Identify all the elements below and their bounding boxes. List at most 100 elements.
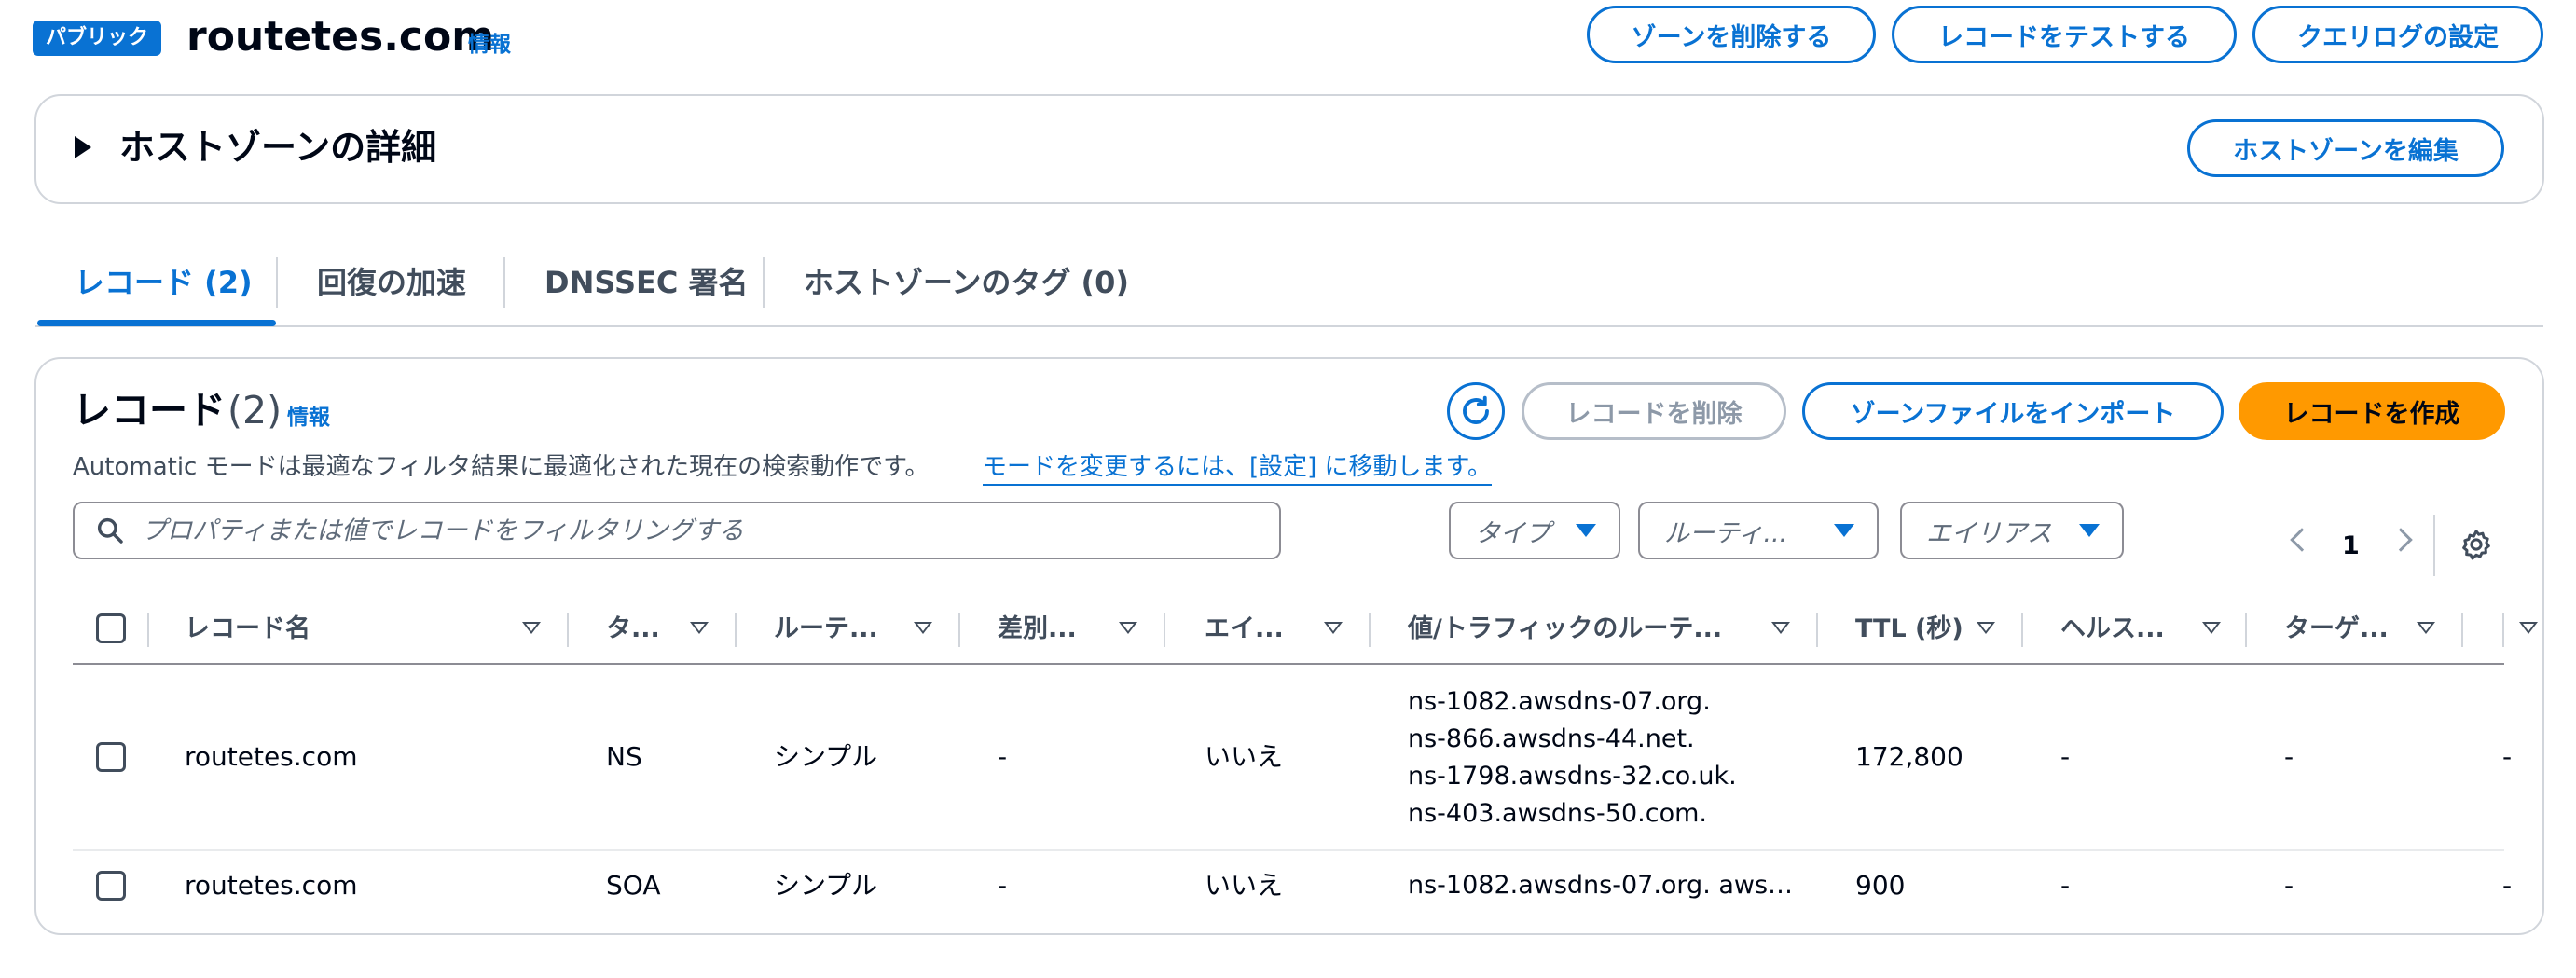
select-all-checkbox[interactable] (96, 613, 126, 643)
search-mode-description: Automatic モードは最適なフィルタ結果に最適化された現在の検索動作です。 (73, 453, 930, 481)
cell-record-name: routetes.com (185, 741, 358, 772)
sort-icon[interactable] (2202, 622, 2221, 634)
column-divider (2021, 613, 2023, 647)
active-tab-indicator (37, 320, 276, 326)
column-divider (1816, 613, 1818, 647)
column-divider (147, 613, 149, 647)
column-header-value[interactable]: 値/トラフィックのルーテ... (1408, 608, 1722, 651)
cell-routing: シンプル (774, 870, 878, 901)
cell-type: SOA (606, 870, 661, 901)
caret-down-icon (1834, 524, 1854, 537)
row-divider (73, 849, 2504, 851)
public-badge: パブリック (33, 21, 162, 56)
create-record-button[interactable]: レコードを作成 (2239, 382, 2505, 440)
settings-icon (2462, 530, 2490, 560)
cell-ttl: 900 (1855, 870, 1906, 901)
cell-value-line: ns-1082.awsdns-07.org. (1408, 687, 1711, 716)
tabs-baseline (35, 325, 2543, 327)
refresh-icon (1463, 395, 1489, 424)
alias-filter-dropdown[interactable]: エイリアス (1900, 502, 2124, 559)
column-header-differentiator[interactable]: 差別... (998, 608, 1077, 651)
search-icon (97, 517, 123, 544)
column-divider (1369, 613, 1371, 647)
cell-value-line: ns-403.awsdns-50.com. (1408, 799, 1707, 828)
cell-target: - (2284, 870, 2294, 901)
column-divider (567, 613, 569, 647)
cell-health-check: - (2060, 870, 2071, 901)
column-header-record-name[interactable]: レコード名 (185, 608, 310, 651)
cell-alias: いいえ (1205, 870, 1284, 901)
column-divider (958, 613, 960, 647)
page-title: routetes.com (186, 13, 495, 61)
cell-target: - (2284, 741, 2294, 772)
record-search-box[interactable] (73, 502, 1281, 559)
cell-alias: いいえ (1205, 741, 1284, 772)
tab-hosted-zone-tags[interactable]: ホストゾーンのタグ (0) (804, 256, 1129, 309)
tab-records[interactable]: レコード (2) (75, 256, 253, 309)
type-filter-label: タイプ (1475, 518, 1550, 548)
hosted-zone-details-title: ホストゾーンの詳細 (119, 127, 437, 168)
caret-right-icon (75, 136, 91, 158)
tab-divider (503, 257, 505, 308)
hosted-zone-details-toggle[interactable]: ホストゾーンの詳細 (75, 121, 436, 173)
column-header-routing[interactable]: ルーテ... (774, 608, 878, 651)
sort-icon[interactable] (2417, 622, 2435, 634)
sort-icon[interactable] (1977, 622, 1995, 634)
routing-filter-label: ルーティ... (1664, 518, 1788, 548)
edit-hosted-zone-button[interactable]: ホストゾーンを編集 (2187, 119, 2504, 177)
sort-icon[interactable] (690, 622, 709, 634)
records-panel (34, 357, 2544, 935)
change-mode-link[interactable]: モードを変更するには、[設定] に移動します。 (983, 450, 1492, 486)
cell-ttl: 172,800 (1855, 741, 1963, 772)
import-zone-file-button[interactable]: ゾーンファイルをインポート (1802, 382, 2224, 440)
cell-value-line: ns-1798.awsdns-32.co.uk. (1408, 762, 1737, 791)
query-log-button[interactable]: クエリログの設定 (2252, 6, 2543, 63)
row-checkbox[interactable] (96, 871, 126, 901)
sort-icon[interactable] (2519, 622, 2538, 634)
column-header-ttl[interactable]: TTL (秒) (1855, 608, 1963, 651)
tab-recovery-acceleration[interactable]: 回復の加速 (317, 256, 466, 309)
refresh-button[interactable] (1447, 382, 1505, 440)
sort-icon[interactable] (522, 622, 541, 634)
column-header-alias[interactable]: エイ... (1205, 608, 1284, 651)
cell-extra: - (2502, 870, 2513, 901)
column-divider (2245, 613, 2247, 647)
caret-down-icon (2079, 524, 2100, 537)
cell-extra: - (2502, 741, 2513, 772)
test-record-button[interactable]: レコードをテストする (1892, 6, 2237, 63)
routing-filter-dropdown[interactable]: ルーティ... (1638, 502, 1879, 559)
table-settings-button[interactable] (2459, 528, 2493, 565)
pager-divider (2433, 515, 2435, 576)
column-header-target[interactable]: ターゲ... (2284, 608, 2389, 651)
alias-filter-label: エイリアス (1926, 518, 2052, 548)
sort-icon[interactable] (1324, 622, 1343, 634)
delete-record-button[interactable]: レコードを削除 (1522, 382, 1786, 440)
row-checkbox[interactable] (96, 742, 126, 772)
column-divider (2461, 613, 2463, 647)
records-info-link[interactable]: 情報 (287, 399, 330, 431)
column-divider (2502, 613, 2504, 647)
tab-divider (276, 257, 278, 308)
tab-divider (763, 257, 765, 308)
cell-routing: シンプル (774, 741, 878, 772)
column-divider (1164, 613, 1165, 647)
header-info-link[interactable]: 情報 (468, 26, 511, 58)
cell-differentiator: - (998, 870, 1008, 901)
table-header-line (73, 663, 2504, 665)
records-count: (2) (227, 388, 282, 433)
sort-icon[interactable] (1771, 622, 1790, 634)
column-header-type[interactable]: タ... (606, 608, 660, 651)
cell-differentiator: - (998, 741, 1008, 772)
search-input[interactable] (142, 516, 1260, 545)
caret-down-icon (1576, 524, 1596, 537)
sort-icon[interactable] (1119, 622, 1137, 634)
column-header-health-check[interactable]: ヘルス... (2060, 608, 2165, 651)
sort-icon[interactable] (914, 622, 932, 634)
cell-type: NS (606, 741, 642, 772)
delete-zone-button[interactable]: ゾーンを削除する (1587, 6, 1876, 63)
tab-dnssec-signing[interactable]: DNSSEC 署名 (544, 256, 749, 309)
type-filter-dropdown[interactable]: タイプ (1449, 502, 1620, 559)
cell-value-line: ns-866.awsdns-44.net. (1408, 724, 1695, 753)
page-number[interactable]: 1 (2342, 530, 2360, 563)
cell-value: ns-1082.awsdns-07.org. aws… (1408, 871, 1794, 900)
